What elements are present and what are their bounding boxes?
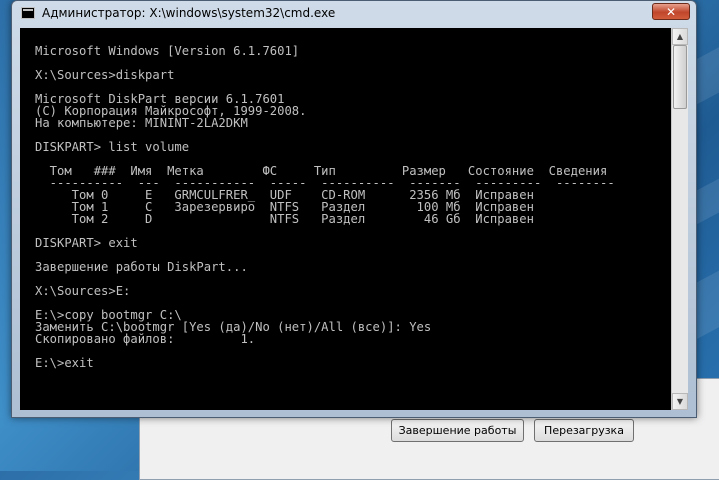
window-title: Администратор: X:\windows\system32\cmd.e…	[42, 6, 336, 20]
scroll-up-arrow-icon[interactable]: ▲	[672, 28, 688, 45]
title-bar[interactable]: Администратор: X:\windows\system32\cmd.e…	[12, 1, 696, 27]
vertical-scrollbar[interactable]: ▲ ▼	[671, 28, 688, 410]
close-button[interactable]: ✕	[652, 3, 690, 20]
cmd-app-icon	[21, 7, 35, 19]
scroll-down-arrow-icon[interactable]: ▼	[672, 393, 688, 410]
cmd-window: Администратор: X:\windows\system32\cmd.e…	[11, 0, 697, 418]
console-area[interactable]: Microsoft Windows [Version 6.1.7601] X:\…	[20, 28, 675, 410]
shutdown-button[interactable]: Завершение работы	[391, 419, 524, 442]
console-output: Microsoft Windows [Version 6.1.7601] X:\…	[35, 44, 615, 370]
scrollbar-thumb[interactable]	[673, 45, 687, 109]
restart-button[interactable]: Перезагрузка	[534, 419, 634, 442]
